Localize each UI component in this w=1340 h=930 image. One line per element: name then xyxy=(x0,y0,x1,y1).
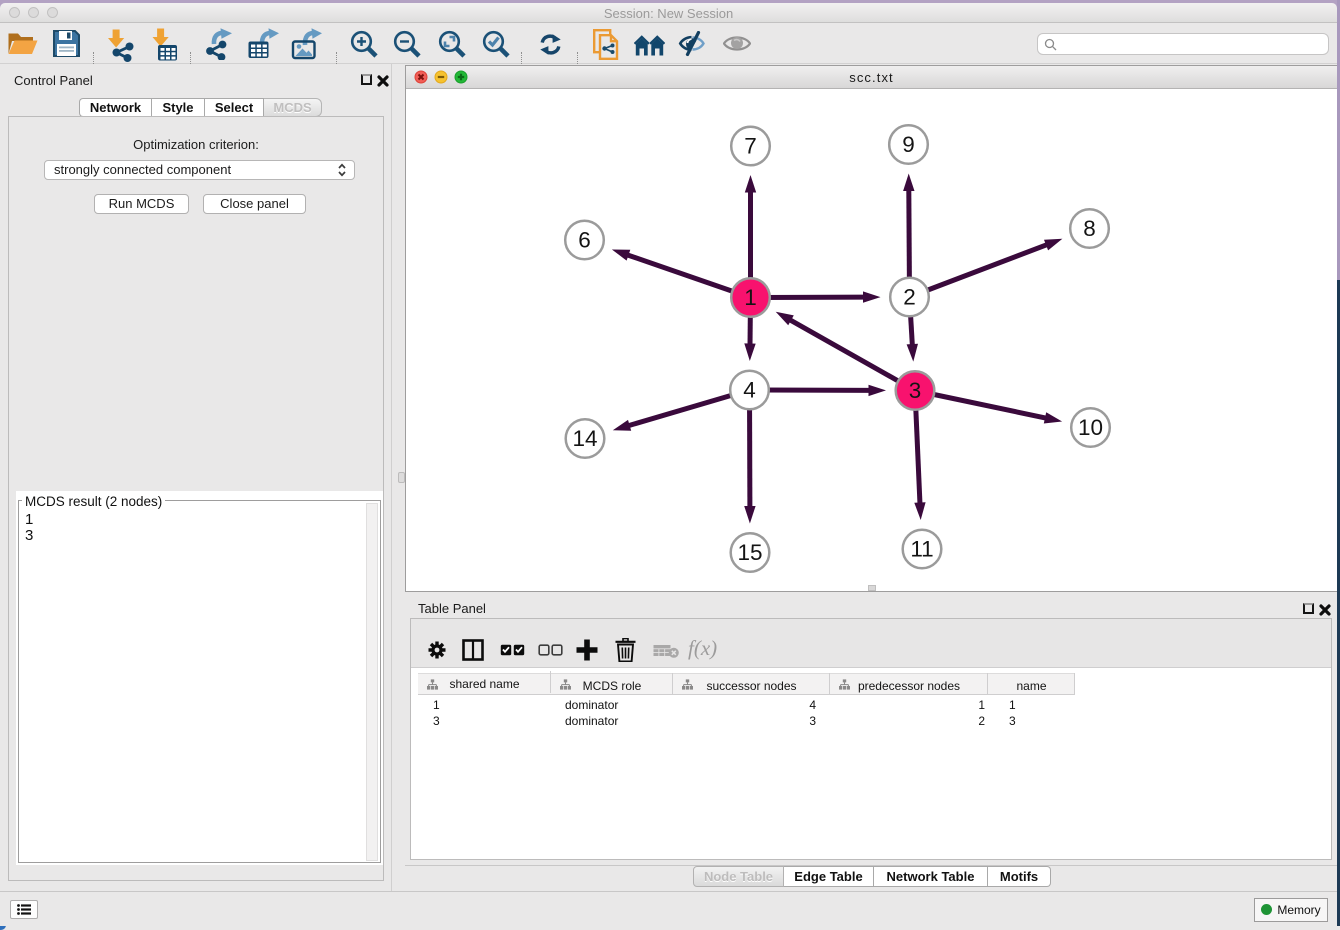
svg-text:8: 8 xyxy=(1083,216,1096,241)
svg-text:9: 9 xyxy=(902,132,915,157)
svg-text:15: 15 xyxy=(737,540,762,565)
svg-text:10: 10 xyxy=(1078,415,1103,440)
svg-text:1: 1 xyxy=(744,285,757,310)
svg-text:6: 6 xyxy=(578,228,591,253)
svg-text:14: 14 xyxy=(572,426,597,451)
svg-text:4: 4 xyxy=(743,378,756,403)
svg-text:11: 11 xyxy=(910,537,933,562)
svg-text:7: 7 xyxy=(744,134,757,159)
svg-text:2: 2 xyxy=(903,285,916,310)
svg-text:3: 3 xyxy=(909,378,922,403)
